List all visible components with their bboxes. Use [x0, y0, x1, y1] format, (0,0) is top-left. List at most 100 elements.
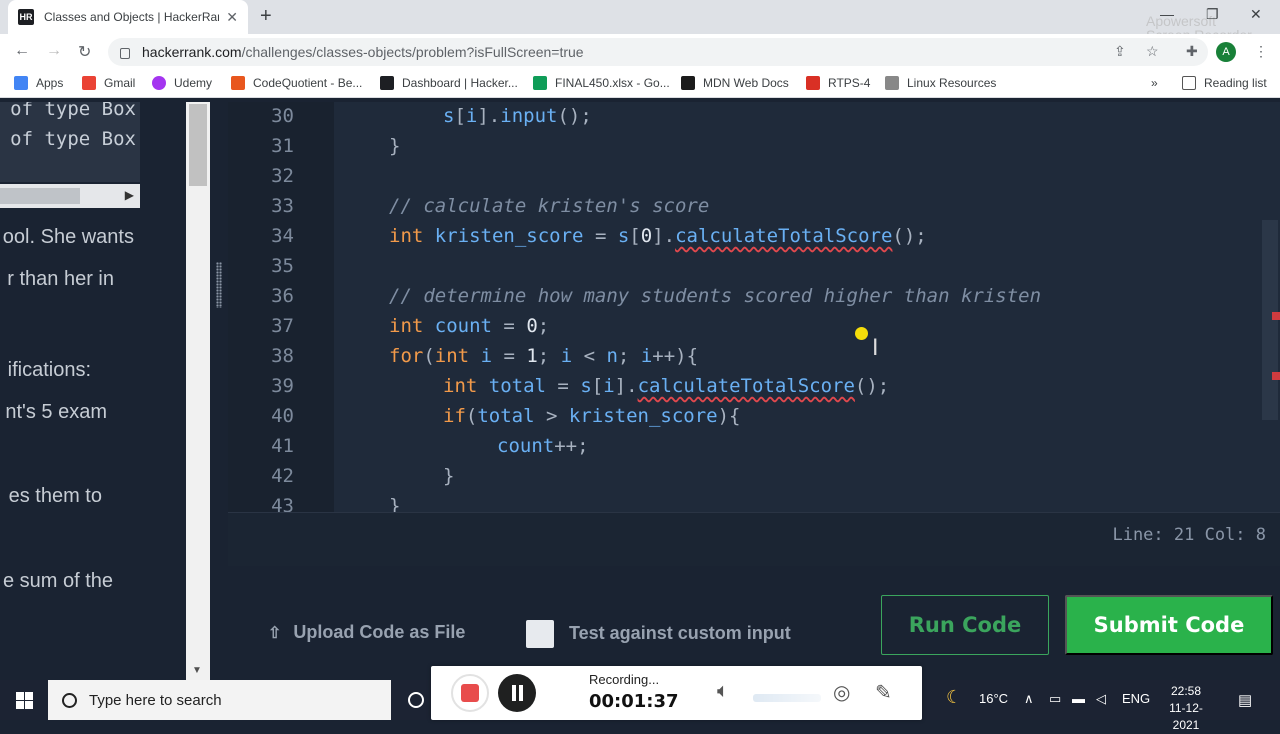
code-line[interactable]: for(int i = 1; i < n; i++){	[389, 345, 698, 367]
share-icon[interactable]: ⇪	[1114, 43, 1126, 60]
stop-recording-button[interactable]	[451, 674, 489, 712]
problem-vertical-scrollbar[interactable]: ▼	[186, 102, 210, 680]
back-arrow-icon[interactable]: ←	[14, 42, 30, 60]
gmail-icon	[82, 76, 96, 90]
code-line[interactable]: // calculate kristen's score	[389, 195, 709, 217]
problem-code-snippet: l of type Box of type Box	[0, 102, 140, 182]
taskbar-search-box[interactable]: Type here to search	[48, 680, 391, 720]
custom-input-label[interactable]: Test against custom input	[569, 623, 791, 644]
linux-icon	[885, 76, 899, 90]
snippet-horizontal-scrollbar[interactable]: ▶	[0, 184, 140, 208]
code-line[interactable]: }	[389, 495, 400, 512]
tab-strip: HR Classes and Objects | HackerRank ✕ + …	[0, 0, 1280, 42]
code-line[interactable]: count++;	[497, 435, 589, 457]
volume-icon[interactable]: ◁	[1096, 691, 1106, 707]
bookmark-linux-resources[interactable]: Linux Resources	[885, 76, 996, 90]
temperature[interactable]: 16°C	[979, 691, 1008, 706]
search-placeholder: Type here to search	[89, 691, 222, 709]
notifications-icon[interactable]: ▤	[1238, 691, 1252, 709]
scrollbar-thumb[interactable]	[1262, 220, 1278, 420]
custom-input-checkbox[interactable]	[526, 620, 554, 648]
google-drive-icon	[533, 76, 547, 90]
error-marker	[1272, 312, 1280, 320]
scrollbar-thumb[interactable]	[0, 188, 80, 204]
line-number: 32	[271, 165, 294, 187]
panel-divider[interactable]	[210, 102, 228, 680]
url-path: /challenges/classes-objects/problem?isFu…	[241, 44, 584, 60]
line-number: 41	[271, 435, 294, 457]
windows-start-icon[interactable]	[16, 692, 33, 709]
speaker-icon[interactable]: 🔈︎	[717, 680, 729, 703]
bookmark-codequotient[interactable]: CodeQuotient - Be...	[231, 76, 362, 90]
restore-button[interactable]: ❐	[1206, 6, 1219, 23]
line-number: 37	[271, 315, 294, 337]
network-icon[interactable]: ▭	[1049, 691, 1061, 707]
upload-code-button[interactable]: ⇧ Upload Code as File	[268, 622, 465, 643]
reload-icon[interactable]: ↻	[78, 42, 91, 62]
bookmark-mdn[interactable]: MDN Web Docs	[681, 76, 789, 90]
close-tab-icon[interactable]: ✕	[226, 9, 238, 26]
run-code-button[interactable]: Run Code	[881, 595, 1049, 655]
bookmark-final450[interactable]: FINAL450.xlsx - Go...	[533, 76, 670, 90]
code-line[interactable]: // determine how many students scored hi…	[389, 285, 1041, 307]
description-line: ool. She wants	[2, 226, 134, 248]
code-line[interactable]: int kristen_score = s[0].calculateTotalS…	[389, 225, 927, 247]
hackerrank-favicon-icon: HR	[18, 9, 34, 25]
code-line[interactable]: }	[443, 465, 454, 487]
bookmark-rtps[interactable]: RTPS-4	[806, 76, 870, 90]
description-line: e sum of the	[2, 570, 113, 592]
bookmark-udemy[interactable]: Udemy	[152, 76, 212, 90]
scroll-down-arrow-icon[interactable]: ▼	[192, 665, 202, 676]
profile-avatar[interactable]: A	[1216, 42, 1236, 62]
tray-chevron-icon[interactable]: ∧	[1024, 691, 1034, 707]
code-line[interactable]: }	[389, 135, 400, 157]
cortana-icon[interactable]	[408, 692, 424, 708]
editor-vertical-scrollbar[interactable]	[1260, 102, 1280, 512]
forward-arrow-icon[interactable]: →	[46, 42, 62, 60]
resize-grip-icon[interactable]	[216, 262, 222, 308]
scrollbar-thumb[interactable]	[189, 104, 207, 186]
line-number-gutter: 30 31 32 33 34 35 36 37 38 39 40 41 42 43	[228, 102, 334, 512]
recording-timer: 00:01:37	[589, 691, 679, 712]
menu-kebab-icon[interactable]: ⋮	[1254, 43, 1268, 60]
extensions-puzzle-icon[interactable]: ✚	[1186, 43, 1198, 60]
line-number: 38	[271, 345, 294, 367]
reading-list[interactable]: Reading list	[1182, 76, 1267, 90]
weather-moon-icon[interactable]: ☾	[946, 687, 962, 708]
bookmark-star-icon[interactable]: ☆	[1146, 43, 1159, 60]
reading-list-icon	[1182, 76, 1196, 90]
description-line: r than her in	[7, 268, 114, 290]
minimize-button[interactable]: —	[1160, 6, 1174, 22]
line-number: 36	[271, 285, 294, 307]
more-bookmarks-chevron-icon[interactable]: »	[1151, 76, 1158, 90]
bookmark-hackerrank-dashboard[interactable]: Dashboard | Hacker...	[380, 76, 518, 90]
code-line[interactable]: if(total > kristen_score){	[443, 405, 740, 427]
close-window-button[interactable]: ✕	[1250, 6, 1262, 23]
bookmark-gmail[interactable]: Gmail	[82, 76, 135, 90]
error-marker	[1272, 372, 1280, 380]
volume-level-bar[interactable]	[753, 694, 821, 702]
code-line[interactable]: int total = s[i].calculateTotalScore();	[443, 375, 889, 397]
code-line[interactable]: int count = 0;	[389, 315, 549, 337]
tab-title: Classes and Objects | HackerRank	[44, 10, 219, 24]
code-editor[interactable]: 30 31 32 33 34 35 36 37 38 39 40 41 42 43 s[i].input(…	[228, 102, 1280, 512]
line-number: 33	[271, 195, 294, 217]
line-number: 30	[271, 105, 294, 127]
mouse-highlight-dot	[855, 327, 868, 340]
browser-tab[interactable]: HR Classes and Objects | HackerRank ✕	[8, 0, 248, 34]
taskbar-clock[interactable]: 22:58 11-12-2021	[1156, 683, 1216, 734]
annotate-pencil-icon[interactable]: ✎	[875, 680, 892, 705]
new-tab-button[interactable]: +	[260, 5, 272, 28]
webcam-icon[interactable]: ◎	[833, 680, 850, 705]
line-number: 40	[271, 405, 294, 427]
submit-code-button[interactable]: Submit Code	[1065, 595, 1273, 655]
url-field[interactable]: hackerrank.com/challenges/classes-object…	[108, 38, 1208, 66]
lock-icon	[120, 47, 130, 59]
battery-icon[interactable]: ▬	[1072, 691, 1085, 706]
bookmark-apps[interactable]: Apps	[14, 76, 63, 90]
language-indicator[interactable]: ENG	[1122, 691, 1150, 706]
scroll-right-arrow-icon[interactable]: ▶	[125, 188, 134, 202]
pause-recording-button[interactable]	[498, 674, 536, 712]
recording-status: Recording...	[589, 672, 660, 687]
code-line[interactable]: s[i].input();	[443, 105, 592, 127]
